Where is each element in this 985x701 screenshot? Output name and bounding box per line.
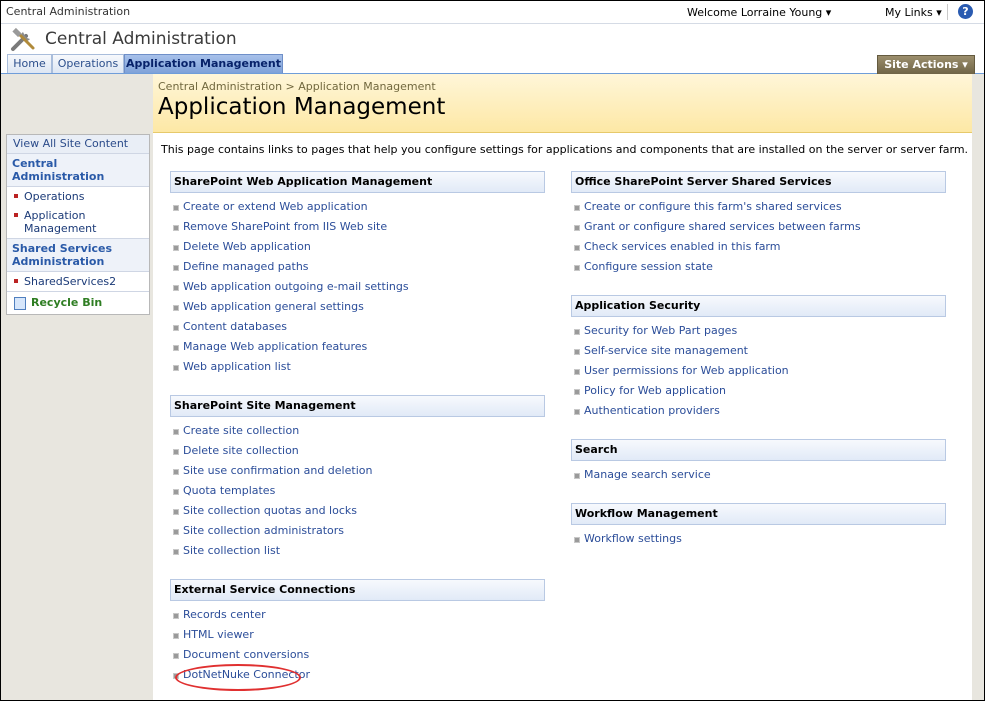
link-site-collection-admins[interactable]: Site collection administrators (170, 521, 545, 541)
section-heading: Office SharePoint Server Shared Services (571, 171, 946, 193)
site-link[interactable]: Central Administration (6, 5, 130, 18)
breadcrumb[interactable]: Central Administration > Application Man… (158, 80, 436, 93)
recycle-bin-icon (14, 297, 26, 310)
section-web-application-management: SharePoint Web Application Management Cr… (170, 171, 545, 377)
link-authentication-providers[interactable]: Authentication providers (571, 401, 946, 421)
section-heading: Search (571, 439, 946, 461)
section-external-service-connections: External Service Connections Records cen… (170, 579, 545, 691)
quick-launch: View All Site Content Central Administra… (6, 134, 150, 315)
link-create-site-collection[interactable]: Create site collection (170, 421, 545, 441)
link-user-permissions[interactable]: User permissions for Web application (571, 361, 946, 381)
link-security-web-part-pages[interactable]: Security for Web Part pages (571, 321, 946, 341)
page-frame: Central Administration Welcome Lorraine … (0, 0, 985, 701)
site-title[interactable]: Central Administration (45, 29, 237, 49)
recycle-bin-label: Recycle Bin (31, 296, 103, 309)
main-content: This page contains links to pages that h… (153, 133, 972, 700)
link-document-conversions[interactable]: Document conversions (170, 645, 545, 665)
global-topbar: Central Administration Welcome Lorraine … (1, 1, 984, 24)
section-heading: SharePoint Web Application Management (170, 171, 545, 193)
link-quotas-and-locks[interactable]: Site collection quotas and locks (170, 501, 545, 521)
view-all-site-content-link[interactable]: View All Site Content (7, 135, 149, 154)
sidebar-item-sharedservices2[interactable]: SharedServices2 (7, 272, 149, 291)
my-links-menu[interactable]: My Links ▾ (885, 6, 942, 19)
sidebar-heading-central-administration[interactable]: Central Administration (7, 154, 149, 187)
link-remove-sharepoint-iis[interactable]: Remove SharePoint from IIS Web site (170, 217, 545, 237)
section-application-security: Application Security Security for Web Pa… (571, 295, 946, 421)
link-manage-search-service[interactable]: Manage search service (571, 465, 946, 485)
section-workflow-management: Workflow Management Workflow settings (571, 503, 946, 549)
link-policy-web-application[interactable]: Policy for Web application (571, 381, 946, 401)
page-description: This page contains links to pages that h… (161, 143, 969, 156)
site-header: Central Administration (1, 24, 984, 54)
topbar-divider (947, 4, 948, 20)
section-search: Search Manage search service (571, 439, 946, 485)
sidebar-item-operations[interactable]: Operations (7, 187, 149, 206)
top-nav-tabs: Home Operations Application Management (1, 54, 984, 74)
link-site-use-confirmation[interactable]: Site use confirmation and deletion (170, 461, 545, 481)
link-general-settings[interactable]: Web application general settings (170, 297, 545, 317)
recycle-bin-link[interactable]: Recycle Bin (7, 291, 149, 314)
link-create-extend-web-app[interactable]: Create or extend Web application (170, 197, 545, 217)
link-check-services-enabled[interactable]: Check services enabled in this farm (571, 237, 946, 257)
page-title: Application Management (158, 94, 446, 120)
section-shared-services: Office SharePoint Server Shared Services… (571, 171, 946, 277)
link-define-managed-paths[interactable]: Define managed paths (170, 257, 545, 277)
link-web-application-list[interactable]: Web application list (170, 357, 545, 377)
section-site-management: SharePoint Site Management Create site c… (170, 395, 545, 561)
section-heading: Application Security (571, 295, 946, 317)
tools-icon (11, 27, 35, 51)
help-icon[interactable]: ? (958, 4, 973, 19)
link-records-center[interactable]: Records center (170, 605, 545, 625)
right-strip (972, 74, 984, 700)
link-create-configure-shared-services[interactable]: Create or configure this farm's shared s… (571, 197, 946, 217)
link-grant-shared-services[interactable]: Grant or configure shared services betwe… (571, 217, 946, 237)
tab-application-management[interactable]: Application Management (124, 54, 283, 73)
link-content-databases[interactable]: Content databases (170, 317, 545, 337)
sidebar-item-application-management[interactable]: Application Management (7, 206, 149, 238)
section-heading: SharePoint Site Management (170, 395, 545, 417)
section-heading: External Service Connections (170, 579, 545, 601)
link-quota-templates[interactable]: Quota templates (170, 481, 545, 501)
section-heading: Workflow Management (571, 503, 946, 525)
site-actions-menu[interactable]: Site Actions ▾ (877, 55, 975, 75)
link-delete-web-app[interactable]: Delete Web application (170, 237, 545, 257)
page-title-area: Central Administration > Application Man… (153, 74, 972, 133)
link-html-viewer[interactable]: HTML viewer (170, 625, 545, 645)
link-outgoing-email-settings[interactable]: Web application outgoing e-mail settings (170, 277, 545, 297)
tab-operations[interactable]: Operations (52, 54, 124, 73)
link-configure-session-state[interactable]: Configure session state (571, 257, 946, 277)
highlight-circle (175, 664, 301, 691)
welcome-menu[interactable]: Welcome Lorraine Young ▾ (687, 6, 831, 19)
link-delete-site-collection[interactable]: Delete site collection (170, 441, 545, 461)
sidebar-heading-shared-services[interactable]: Shared Services Administration (7, 238, 149, 272)
link-workflow-settings[interactable]: Workflow settings (571, 529, 946, 549)
link-self-service-site-management[interactable]: Self-service site management (571, 341, 946, 361)
link-manage-web-app-features[interactable]: Manage Web application features (170, 337, 545, 357)
tab-home[interactable]: Home (7, 54, 52, 73)
link-dotnetnuke-connector[interactable]: DotNetNuke Connector (170, 664, 545, 691)
link-site-collection-list[interactable]: Site collection list (170, 541, 545, 561)
